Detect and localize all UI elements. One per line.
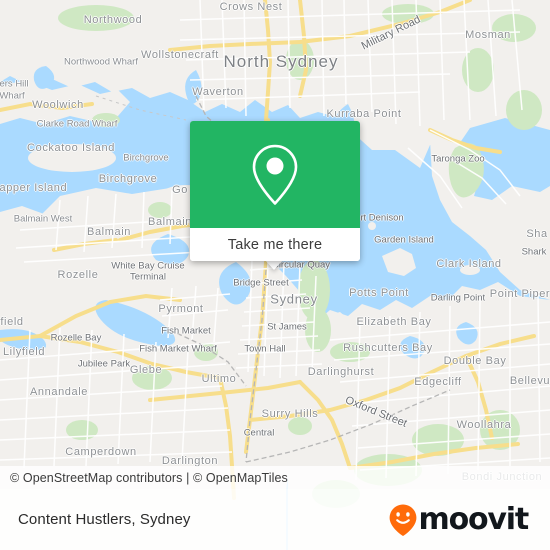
attribution-text[interactable]: © OpenStreetMap contributors | © OpenMap… bbox=[0, 471, 288, 485]
take-me-there-label: Take me there bbox=[227, 236, 323, 253]
moovit-wordmark: moovit bbox=[418, 501, 530, 537]
footer-bar: Content Hustlers, Sydney moovit bbox=[0, 489, 550, 550]
card-pointer bbox=[265, 260, 283, 270]
location-card[interactable]: Take me there bbox=[190, 121, 360, 261]
take-me-there-button[interactable]: Take me there bbox=[190, 228, 360, 261]
map-screenshot: Northwood Crows Nest Military Road Mosman Wo… bbox=[0, 0, 550, 550]
moovit-branding[interactable]: moovit bbox=[388, 503, 550, 537]
map-attribution-bar: © OpenStreetMap contributors | © OpenMap… bbox=[0, 466, 550, 489]
moovit-smiley-pin-icon bbox=[389, 504, 416, 536]
card-image-area bbox=[190, 121, 360, 228]
map-pin-icon bbox=[252, 144, 298, 205]
location-title: Content Hustlers, Sydney bbox=[18, 511, 191, 528]
